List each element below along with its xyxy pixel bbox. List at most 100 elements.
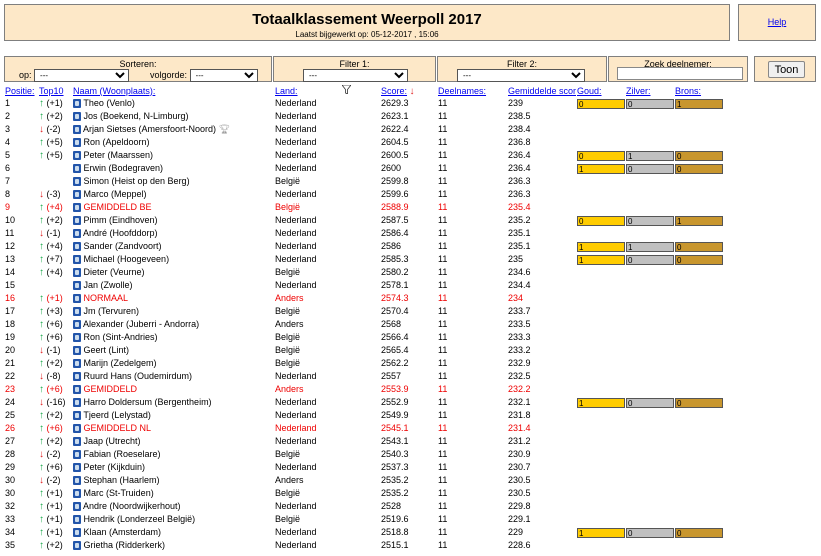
bronze-count: 1 [675, 215, 723, 226]
score-cell: 2553.9 [381, 384, 409, 394]
change-value: (+5) [46, 137, 63, 147]
avg-score-cell: 232.2 [508, 384, 531, 394]
table-row: 7 Simon (Heist op den Berg) België 2599.8 1… [4, 175, 754, 188]
change-value: (+4) [46, 267, 63, 277]
deelnames-cell: 11 [438, 501, 448, 511]
col-zilver[interactable]: Zilver: [626, 86, 651, 96]
person-icon[interactable] [73, 216, 81, 226]
avg-score-cell: 232.9 [508, 358, 531, 368]
arrow-up-icon: ↑ [39, 423, 44, 434]
score-cell: 2549.9 [381, 410, 409, 420]
person-icon[interactable] [73, 177, 81, 187]
country-cell: België [275, 267, 301, 277]
person-icon[interactable] [73, 164, 81, 174]
avg-score-cell: 231.2 [508, 436, 531, 446]
deelnames-cell: 11 [438, 462, 448, 472]
col-deelnames[interactable]: Deelnames: [438, 86, 486, 96]
avg-score-cell: 233.5 [508, 319, 531, 329]
sort-op-select[interactable]: --- [34, 69, 130, 82]
person-icon[interactable] [73, 281, 81, 291]
search-input[interactable] [617, 67, 743, 80]
change-cell: ↑ (+5) [38, 136, 72, 149]
person-icon[interactable] [73, 190, 81, 200]
country-cell: Nederland [275, 280, 317, 290]
person-icon[interactable] [73, 320, 81, 330]
help-link[interactable]: Help [768, 17, 787, 27]
person-icon[interactable] [73, 294, 81, 304]
name-cell: NORMAAL [72, 292, 274, 305]
person-icon[interactable] [73, 203, 81, 213]
person-icon[interactable] [73, 125, 81, 135]
filter-icon[interactable] [341, 85, 352, 97]
table-row: 3 ↓ (-2) Arjan Sietses (Amersfoort-Noord)… [4, 123, 754, 136]
change-cell [38, 279, 72, 292]
bronze-count: 0 [675, 150, 723, 161]
person-icon[interactable] [73, 138, 81, 148]
person-icon[interactable] [73, 489, 81, 499]
person-icon[interactable] [73, 346, 81, 356]
name-cell: Alexander (Juberri - Andorra) [72, 318, 274, 331]
toon-button[interactable]: Toon [768, 61, 805, 78]
gold-count: 1 [577, 254, 625, 265]
filter2-select[interactable]: --- [457, 69, 585, 82]
person-icon[interactable] [73, 99, 81, 109]
col-brons[interactable]: Brons: [675, 86, 701, 96]
person-icon[interactable] [73, 307, 81, 317]
change-cell: ↓ (-16) [38, 396, 72, 409]
person-icon[interactable] [73, 541, 81, 551]
person-icon[interactable] [73, 268, 81, 278]
person-icon[interactable] [73, 359, 81, 369]
participant-name: Marijn (Zedelgem) [83, 358, 157, 368]
name-cell: Grietha (Ridderkerk) [72, 539, 274, 552]
person-icon[interactable] [73, 398, 81, 408]
bronze-count: 0 [675, 254, 723, 265]
person-icon[interactable] [73, 385, 81, 395]
person-icon[interactable] [73, 437, 81, 447]
col-top10[interactable]: Top10 [39, 86, 64, 96]
person-icon[interactable] [73, 229, 81, 239]
col-goud[interactable]: Goud: [577, 86, 602, 96]
change-cell: ↑ (+4) [38, 201, 72, 214]
avg-score-cell: 235.1 [508, 228, 531, 238]
silver-count: 0 [626, 163, 674, 174]
name-cell: Peter (Maarssen) [72, 149, 274, 162]
person-icon[interactable] [73, 424, 81, 434]
change-value: (+4) [46, 202, 63, 212]
change-cell: ↑ (+4) [38, 266, 72, 279]
person-icon[interactable] [73, 463, 81, 473]
position-cell: 11 [5, 228, 15, 238]
person-icon[interactable] [73, 411, 81, 421]
position-cell: 7 [5, 176, 11, 186]
col-positie[interactable]: Positie: [5, 86, 35, 96]
person-icon[interactable] [73, 515, 81, 525]
filter1-select[interactable]: --- [303, 69, 408, 82]
score-cell: 2562.2 [381, 358, 409, 368]
name-cell: Klaan (Amsterdam) [72, 526, 274, 539]
person-icon[interactable] [73, 333, 81, 343]
person-icon[interactable] [73, 151, 81, 161]
country-cell: België [275, 345, 301, 355]
position-cell: 30 [5, 475, 16, 485]
person-icon[interactable] [73, 372, 81, 382]
person-icon[interactable] [73, 242, 81, 252]
person-icon[interactable] [73, 502, 81, 512]
col-gemiddelde[interactable]: Gemiddelde score: [508, 86, 576, 96]
deelnames-cell: 11 [438, 137, 448, 147]
col-land[interactable]: Land: [275, 86, 298, 96]
person-icon[interactable] [73, 112, 81, 122]
sort-order-select[interactable]: --- [189, 69, 258, 82]
title-panel: Totaalklassement Weerpoll 2017 Laatst bi… [4, 4, 730, 41]
country-cell: Nederland [275, 371, 317, 381]
col-naam[interactable]: Naam (Woonplaats): [73, 86, 155, 96]
change-cell: ↓ (-1) [38, 344, 72, 357]
deelnames-cell: 11 [438, 254, 448, 264]
avg-score-cell: 239 [508, 98, 524, 108]
bronze-count: 0 [675, 163, 723, 174]
person-icon[interactable] [73, 450, 81, 460]
person-icon[interactable] [73, 528, 81, 538]
col-score[interactable]: Score: [381, 86, 407, 96]
country-cell: België [275, 358, 301, 368]
score-cell: 2568 [381, 319, 402, 329]
person-icon[interactable] [73, 476, 81, 486]
person-icon[interactable] [73, 255, 81, 265]
